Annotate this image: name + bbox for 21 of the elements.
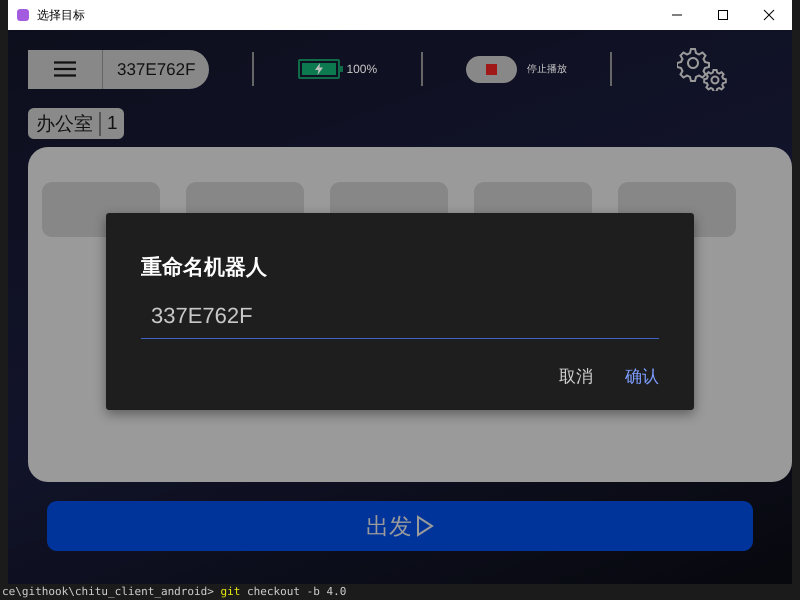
cancel-button[interactable]: 取消	[551, 361, 601, 392]
settings-icon[interactable]	[677, 47, 730, 91]
robot-selector[interactable]: 337E762F	[28, 50, 210, 88]
play-icon	[416, 515, 434, 537]
menu-icon[interactable]	[54, 61, 76, 77]
confirm-button[interactable]: 确认	[617, 361, 667, 392]
stop-button[interactable]	[466, 56, 518, 82]
location-count: 1	[107, 112, 118, 134]
terminal-arguments: checkout -b 4.0	[247, 585, 346, 598]
name-input-field[interactable]: 337E762F	[141, 295, 659, 339]
battery-icon	[298, 59, 340, 79]
location-name: 办公室	[36, 112, 93, 136]
robot-name: 337E762F	[102, 50, 210, 88]
dialog-title: 重命名机器人	[141, 254, 268, 281]
start-button[interactable]: 出发	[47, 501, 753, 551]
app-icon	[17, 9, 29, 21]
window-title: 选择目标	[37, 6, 85, 24]
battery-percentage: 100%	[346, 62, 378, 76]
terminal-command: git	[220, 585, 240, 598]
terminal-prompt: ce\githook\chitu_client_android>	[2, 585, 214, 598]
stop-playback-label: 停止播放	[527, 62, 568, 76]
